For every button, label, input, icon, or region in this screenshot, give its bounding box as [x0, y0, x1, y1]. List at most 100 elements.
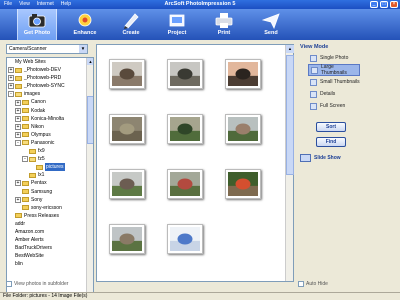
bare-tree-photo	[170, 62, 200, 86]
enhance-button[interactable]: Enhance	[65, 9, 105, 40]
tree-item-label: pictures	[45, 163, 65, 172]
view-mode-item[interactable]: Large Thumbnails	[308, 64, 360, 76]
folder-tree-scrollbar[interactable]: ▲	[86, 58, 93, 300]
expand-icon[interactable]: +	[15, 115, 21, 122]
photo-thumbnail[interactable]	[109, 114, 145, 144]
project-button[interactable]: Project	[157, 9, 197, 40]
tree-item[interactable]: sony-ericsson	[7, 204, 87, 212]
tree-item-label: Press Releases	[24, 212, 60, 219]
tree-item[interactable]: + Kodak	[7, 107, 87, 115]
minimize-button[interactable]: _	[370, 1, 378, 8]
collapse-icon[interactable]: -	[22, 156, 28, 163]
tree-item[interactable]: + Pentax	[7, 179, 87, 187]
tree-item[interactable]: addr	[7, 220, 87, 228]
autohide-option[interactable]: Auto Hide	[298, 281, 328, 287]
tree-item-label: Amber Alerts	[15, 237, 44, 244]
view-mode-item[interactable]: Small Thumbnails	[308, 76, 360, 88]
shed-photo	[112, 172, 142, 196]
tree-item[interactable]: - fz5	[7, 155, 87, 163]
tree-item[interactable]: Press Releases	[7, 212, 87, 220]
view-mode-label: Single Photo	[320, 55, 349, 61]
tree-item[interactable]: - Panasonic	[7, 139, 87, 147]
tree-item[interactable]: + Nikon	[7, 123, 87, 131]
tree-item[interactable]: + Olympus	[7, 131, 87, 139]
photo-thumbnail[interactable]	[167, 224, 203, 254]
chevron-down-icon[interactable]: ▼	[79, 45, 87, 53]
thumbnail-scrollbar[interactable]: ▲	[285, 45, 294, 281]
tree-item-label: Olympus	[31, 131, 51, 138]
tree-item[interactable]: pictures	[7, 163, 87, 172]
tree-item[interactable]: Amber Alerts	[7, 236, 87, 244]
slideshow-button[interactable]: Slide Show	[300, 154, 341, 162]
tree-item[interactable]: + Sony	[7, 196, 87, 204]
house-yard-photo	[228, 117, 258, 141]
tree-item[interactable]: + _Photoweb-DEV	[7, 66, 87, 74]
subfolder-option[interactable]: View photos in subfolder	[6, 281, 68, 287]
scroll-up-icon[interactable]: ▲	[87, 58, 93, 65]
photo-thumbnail[interactable]	[109, 224, 145, 254]
photo-thumbnail[interactable]	[225, 114, 261, 144]
view-mode-item[interactable]: Single Photo	[308, 52, 360, 64]
collapse-icon[interactable]: -	[15, 139, 21, 146]
get-photo-button[interactable]: Get Photo	[17, 9, 57, 40]
scroll-thumb[interactable]	[286, 55, 294, 175]
expand-icon[interactable]: +	[15, 196, 21, 203]
expand-icon[interactable]: +	[8, 67, 14, 74]
folder-icon	[15, 83, 22, 89]
photo-thumbnail[interactable]	[225, 169, 261, 199]
view-mode-icon	[310, 78, 317, 86]
expand-icon[interactable]: +	[15, 123, 21, 130]
photo-thumbnail[interactable]	[109, 59, 145, 89]
close-button[interactable]: ×	[390, 1, 398, 8]
create-button[interactable]: Create	[111, 9, 151, 40]
find-button[interactable]: Find	[316, 137, 346, 147]
tree-item[interactable]: My Web Sites	[7, 58, 87, 66]
tree-item[interactable]: + Canon	[7, 98, 87, 106]
tree-item-label: lx1	[38, 172, 45, 179]
tree-item-label: _Photoweb-DEV	[24, 67, 61, 74]
tree-item[interactable]: + Konica-Minolta	[7, 115, 87, 123]
folder-tree: My Web Sites + _Photoweb-DEV + _Photoweb-PRD…	[6, 57, 94, 300]
tree-item[interactable]: - images	[7, 90, 87, 98]
tree-item[interactable]: Samsung	[7, 188, 87, 196]
view-mode-item[interactable]: Full Screen	[308, 100, 360, 112]
toolbar-label: Get Photo	[23, 30, 51, 36]
tree-item[interactable]: fx9	[7, 147, 87, 155]
photo-thumbnail[interactable]	[167, 169, 203, 199]
expand-icon[interactable]: +	[15, 180, 21, 187]
scroll-up-icon[interactable]: ▲	[286, 45, 294, 53]
expand-icon[interactable]: +	[15, 131, 21, 138]
source-select[interactable]: Camera/Scanner ▼	[6, 44, 88, 54]
folder-icon	[22, 108, 29, 114]
view-mode-label: Details	[320, 91, 336, 97]
tree-item[interactable]: Amazon.com	[7, 228, 87, 236]
fence-photo	[112, 227, 142, 251]
tree-item[interactable]: BadTruckDrivers	[7, 244, 87, 252]
photo-thumbnail[interactable]	[167, 59, 203, 89]
tree-item[interactable]: + _Photoweb-PRD	[7, 74, 87, 82]
folder-icon	[15, 67, 22, 73]
autohide-checkbox[interactable]	[298, 281, 304, 287]
view-mode-item[interactable]: Details	[308, 88, 360, 100]
collapse-icon[interactable]: -	[8, 91, 14, 98]
tree-item[interactable]: + _Photoweb-SYNC	[7, 82, 87, 90]
expand-icon[interactable]: +	[15, 107, 21, 114]
expand-icon[interactable]: +	[8, 75, 14, 82]
sort-button[interactable]: Sort	[316, 122, 346, 132]
expand-icon[interactable]: +	[8, 83, 14, 90]
subfolder-checkbox[interactable]	[6, 281, 12, 287]
tree-item[interactable]: lx1	[7, 171, 87, 179]
photo-thumbnail[interactable]	[109, 169, 145, 199]
photo-thumbnail[interactable]	[167, 114, 203, 144]
tree-item[interactable]: blin	[7, 260, 87, 268]
expand-icon[interactable]: +	[15, 99, 21, 106]
send-icon	[262, 13, 280, 29]
scroll-thumb[interactable]	[87, 96, 93, 144]
send-button[interactable]: Send	[251, 9, 291, 40]
photo-thumbnail[interactable]	[225, 59, 261, 89]
tree-item[interactable]: BestWebSite	[7, 252, 87, 260]
maximize-button[interactable]: □	[380, 1, 388, 8]
print-button[interactable]: Print	[204, 9, 244, 40]
